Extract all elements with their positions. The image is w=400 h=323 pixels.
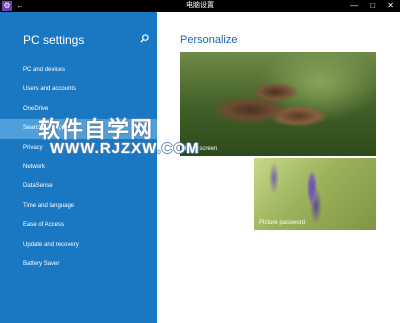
picture-password-label: Picture password [259,220,306,226]
sidebar-item-pc-and-devices[interactable]: PC and devices [0,61,157,80]
maximize-button[interactable]: □ [370,1,375,10]
lock-screen-label: Lock screen [185,146,218,152]
lock-screen-tile[interactable]: Lock screen [180,52,376,156]
sidebar-item-network[interactable]: Network [0,158,157,177]
sidebar-nav: PC and devices Users and accounts OneDri… [0,61,157,274]
sidebar-item-time-and-language[interactable]: Time and language [0,197,157,216]
sidebar-title: PC settings [23,33,85,47]
sidebar-item-battery-saver[interactable]: Battery Saver [0,255,157,274]
close-button[interactable]: ✕ [387,1,394,10]
minimize-button[interactable]: — [350,1,358,10]
sidebar-item-search-and-apps[interactable]: Search and apps [0,119,157,139]
sidebar-item-ease-of-access[interactable]: Ease of Access [0,216,157,235]
sidebar-item-update-and-recovery[interactable]: Update and recovery [0,236,157,255]
main-content: Personalize Lock screen Picture password [157,12,400,323]
sidebar: PC settings PC and devices Users and acc… [0,12,157,323]
page-title: Personalize [180,34,238,46]
window-controls: — □ ✕ [340,0,394,12]
sidebar-item-privacy[interactable]: Privacy [0,139,157,158]
picture-password-tile[interactable]: Picture password [254,158,376,230]
title-bar: ⚙ ← 电脑设置 — □ ✕ [0,0,400,12]
sidebar-item-onedrive[interactable]: OneDrive [0,100,157,119]
sidebar-item-datasense[interactable]: DataSense [0,177,157,196]
sidebar-item-users-and-accounts[interactable]: Users and accounts [0,80,157,99]
search-icon[interactable] [140,34,149,45]
